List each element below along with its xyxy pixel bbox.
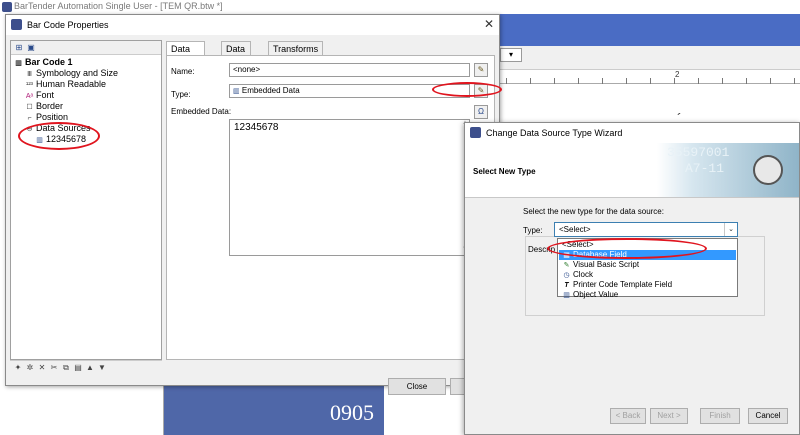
annotation-circle-tree (18, 122, 100, 150)
wizard-header: Select New Type 35597001 A7-11 (465, 143, 799, 198)
app-ribbon (500, 14, 800, 46)
new-icon[interactable]: ✦ (13, 363, 23, 373)
embedded-data-label: Embedded Data: (171, 107, 232, 116)
tree-item-label: Border (36, 101, 64, 111)
option-label: Object Value (573, 290, 619, 299)
toolbar-dropdown[interactable]: ▾ (500, 48, 522, 62)
bar-code-properties-dialog: Bar Code Properties ✕ ⊞ ▣ ▥ Bar Code 1 ⅢS… (5, 14, 500, 395)
barcode-object-icon: ▥ (15, 60, 22, 67)
dialog-title-bar: Bar Code Properties ✕ (6, 15, 499, 35)
type-select[interactable]: <Select> ⌄ (554, 222, 738, 237)
bartender-app-icon (2, 2, 12, 12)
tree-item-label: Human Readable (36, 79, 107, 89)
type-label: Type: (171, 90, 191, 99)
type-select-value: <Select> (559, 225, 591, 234)
object-value-icon: ▥ (563, 292, 570, 299)
move-down-icon[interactable]: ▼ (97, 363, 107, 373)
delete-icon[interactable]: ✕ (37, 363, 47, 373)
cancel-button[interactable]: Cancel (748, 408, 788, 424)
change-data-source-type-wizard: Change Data Source Type Wizard Select Ne… (464, 122, 800, 435)
finish-button[interactable]: Finish (700, 408, 740, 424)
tab-data-source[interactable]: Data Source (166, 41, 205, 68)
wizard-header-title: Select New Type (473, 167, 536, 176)
name-options-icon[interactable]: ✎ (474, 63, 488, 77)
wizard-banner-graphic: 35597001 A7-11 (657, 143, 799, 197)
paste-icon[interactable]: ▤ (73, 363, 83, 373)
app-toolbar (500, 46, 800, 70)
tree-item-label: Symbology and Size (36, 68, 119, 78)
view-icon[interactable]: ▣ (26, 43, 36, 53)
copy-icon[interactable]: ⧉ (61, 363, 71, 373)
bartender-wizard-icon (470, 127, 481, 138)
tab-transforms[interactable]: Transforms (268, 41, 324, 56)
tree-item-label: Position (36, 112, 69, 122)
banner-digits: A7-11 (685, 161, 725, 176)
tree-bottom-toolbar: ✦ ✲ ✕ ✂ ⧉ ▤ ▲ ▼ (10, 360, 162, 374)
option-label: Clock (573, 270, 594, 279)
next-button[interactable]: Next > (650, 408, 688, 424)
option-label: Visual Basic Script (573, 260, 640, 269)
wizard-title-bar: Change Data Source Type Wizard (465, 123, 799, 143)
type-field-value: Embedded Data (241, 86, 300, 95)
tree-toolbar: ⊞ ▣ (11, 41, 161, 55)
app-window-title: BarTender Automation Single User - [TEM … (14, 1, 223, 11)
close-icon[interactable]: ✕ (482, 17, 496, 31)
cut-icon[interactable]: ✂ (49, 363, 59, 373)
horizontal-ruler: 2 (500, 70, 800, 84)
tree-item-position[interactable]: ⌐ Position (25, 112, 68, 122)
tree-item-label: Font (36, 90, 55, 100)
back-button[interactable]: < Back (610, 408, 646, 424)
banner-digits: 35597001 (667, 145, 730, 160)
bartender-dialog-icon (11, 19, 22, 30)
wizard-title: Change Data Source Type Wizard (486, 128, 623, 138)
wizard-prompt: Select the new type for the data source: (523, 207, 664, 216)
close-button[interactable]: Close (388, 378, 446, 395)
name-field[interactable]: <none> (229, 63, 470, 77)
properties-tree: ⊞ ▣ ▥ Bar Code 1 Ⅲ Symbology and Size ¹²³ H… (10, 40, 162, 360)
omega-symbol-icon[interactable]: Ω (474, 105, 488, 119)
annotation-circle-database-field (547, 238, 707, 259)
option-label: Printer Code Template Field (573, 280, 673, 289)
vertical-ruler (150, 380, 164, 435)
tree-root-bar-code[interactable]: ▥ Bar Code 1 (14, 57, 73, 67)
clock-icon (753, 155, 783, 185)
app-title-bar: BarTender Automation Single User - [TEM … (0, 0, 800, 14)
ruler-number: 2 (675, 70, 680, 79)
wizard-type-label: Type: (523, 226, 543, 235)
option-clock[interactable]: ◷ Clock (559, 270, 736, 280)
embedded-data-type-icon: ▥ (233, 88, 240, 95)
tab-data-type[interactable]: Data Type (221, 41, 251, 68)
option-printer-code-template-field[interactable]: T Printer Code Template Field (559, 280, 736, 290)
annotation-circle-type-button (432, 82, 502, 97)
tree-item-symbology[interactable]: Ⅲ Symbology and Size (25, 68, 118, 78)
embedded-data-textarea[interactable]: 12345678 (229, 119, 470, 256)
move-up-icon[interactable]: ▲ (85, 363, 95, 373)
expand-icon[interactable]: ⊞ (14, 43, 24, 53)
chevron-down-icon[interactable]: ⌄ (724, 223, 737, 236)
tree-item-border[interactable]: ☐ Border (25, 101, 63, 111)
tree-item-human-readable[interactable]: ¹²³ Human Readable (25, 79, 106, 89)
tree-item-font[interactable]: Aᵃ Font (25, 90, 54, 100)
option-object-value[interactable]: ▥ Object Value (559, 290, 736, 300)
wizard-icon[interactable]: ✲ (25, 363, 35, 373)
label-number-text: 0905 (330, 400, 374, 425)
name-label: Name: (171, 67, 195, 76)
dialog-title: Bar Code Properties (27, 20, 109, 30)
tree-root-label: Bar Code 1 (25, 57, 73, 67)
option-visual-basic-script[interactable]: ✎ Visual Basic Script (559, 260, 736, 270)
